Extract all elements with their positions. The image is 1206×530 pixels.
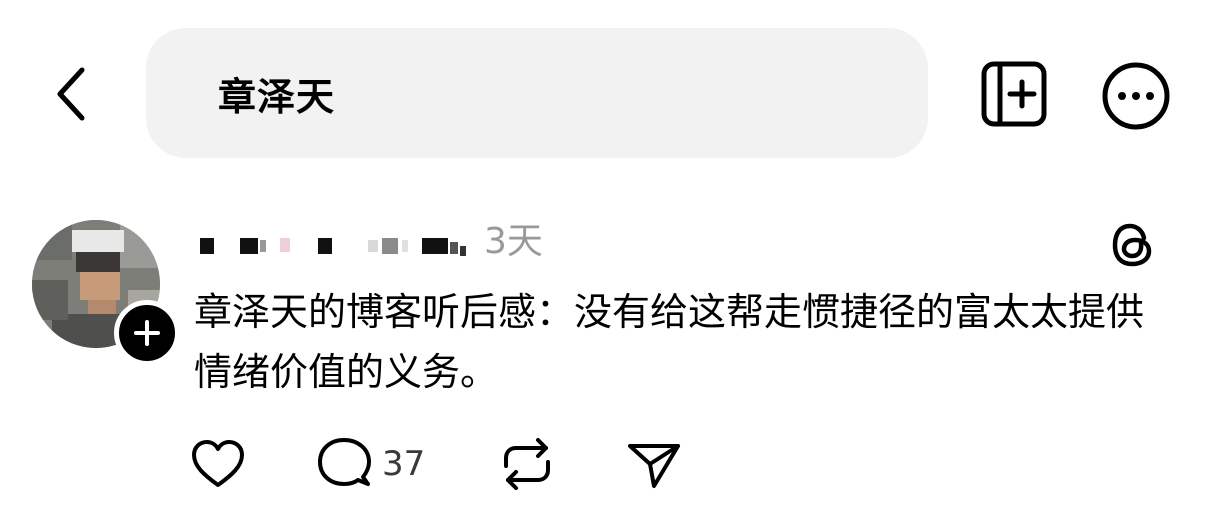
new-post-icon (981, 61, 1047, 127)
comment-icon (318, 438, 371, 486)
post-text: 章泽天的博客听后感：没有给这帮走惯捷径的富太太提供情绪价值的义务。 (194, 290, 1145, 394)
like-button[interactable] (190, 432, 250, 496)
share-button[interactable] (626, 432, 686, 496)
author-username-redacted[interactable] (196, 224, 478, 264)
threads-logo (1106, 218, 1160, 272)
search-query-text: 章泽天 (218, 74, 336, 119)
search-bar[interactable]: 章泽天 (146, 28, 928, 158)
send-icon (628, 444, 680, 488)
comment-count: 37 (382, 444, 426, 484)
repost-icon (504, 438, 550, 490)
more-icon (1102, 62, 1170, 130)
comment-button[interactable]: 37 (316, 432, 446, 496)
follow-button[interactable] (114, 300, 180, 366)
post-time: 3天 (484, 221, 543, 262)
author-avatar-container (32, 220, 180, 366)
more-options-button[interactable] (1098, 58, 1174, 134)
repost-button[interactable] (498, 432, 560, 496)
back-button[interactable] (44, 58, 100, 130)
plus-icon (134, 320, 160, 346)
new-post-button[interactable] (976, 56, 1052, 132)
chevron-left-icon (57, 67, 85, 121)
threads-logo-icon (1112, 223, 1152, 267)
heart-icon (192, 440, 244, 487)
